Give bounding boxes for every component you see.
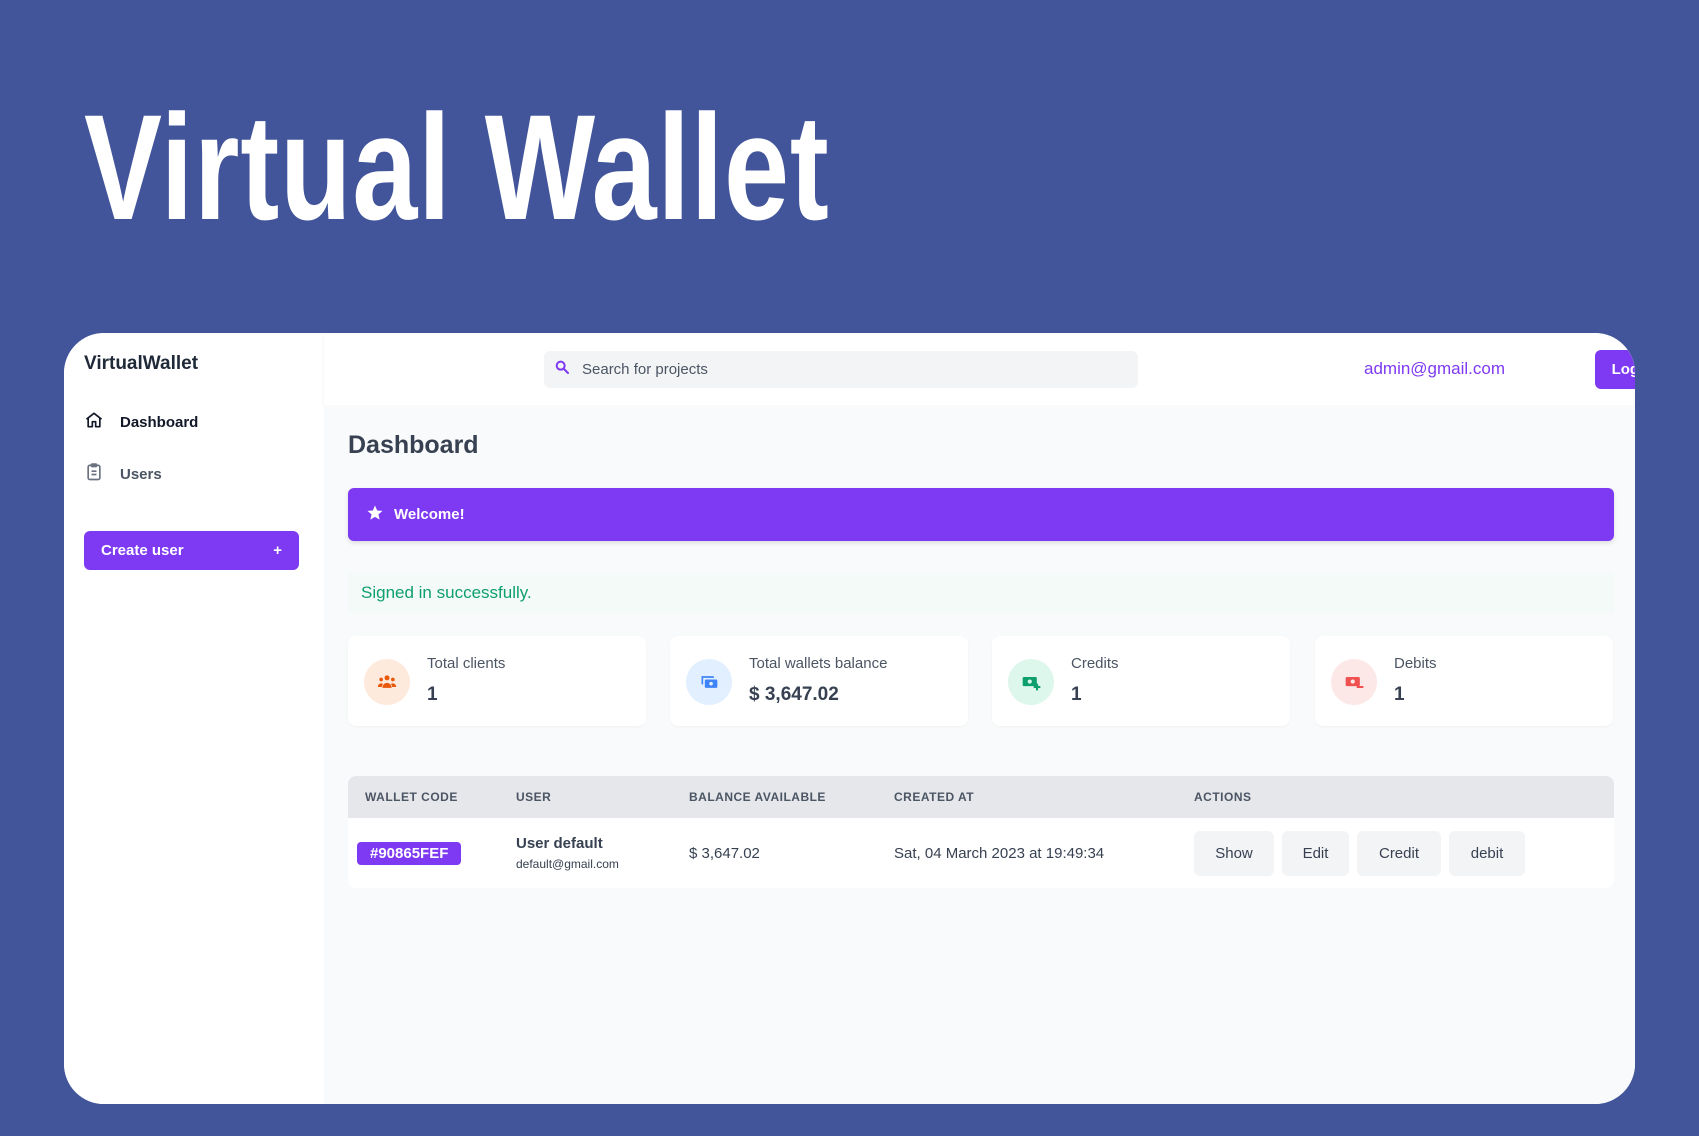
row-user-email: default@gmail.com [516,857,619,871]
stat-label: Credits [1071,655,1119,672]
welcome-banner: Welcome! [348,488,1614,541]
stat-card-total-clients: Total clients 1 [348,636,646,726]
create-user-label: Create user [101,542,184,559]
hero-title: Virtual Wallet [84,83,830,251]
wallets-table: WALLET CODE USER BALANCE AVAILABLE CREAT… [348,776,1614,888]
search-icon [554,359,582,380]
logout-button[interactable]: Logout [1595,350,1635,389]
page-title: Dashboard [348,431,479,459]
sidebar-item-users[interactable]: Users [84,462,162,486]
brand-logo[interactable]: VirtualWallet [84,353,198,375]
users-icon [364,659,410,705]
cash-minus-icon [1331,659,1377,705]
wallet-code-badge: #90865FEF [357,842,462,865]
stat-value: 1 [1394,684,1405,705]
stat-value: $ 3,647.02 [749,684,839,705]
main-content: Dashboard Welcome! Signed in successfull… [324,405,1635,1104]
home-icon [84,410,104,434]
stat-label: Total clients [427,655,506,672]
cash-plus-icon [1008,659,1054,705]
sidebar-item-dashboard[interactable]: Dashboard [84,410,198,434]
welcome-text: Welcome! [394,506,465,523]
stat-card-debits: Debits 1 [1315,636,1613,726]
stat-label: Debits [1394,655,1437,672]
clipboard-icon [84,462,104,486]
star-icon [366,504,394,526]
stat-card-total-wallets-balance: Total wallets balance $ 3,647.02 [670,636,968,726]
row-balance: $ 3,647.02 [689,845,760,862]
sidebar-item-label: Dashboard [120,413,199,431]
create-user-button[interactable]: Create user + [84,531,299,570]
search-input[interactable] [582,361,1138,378]
stat-card-credits: Credits 1 [992,636,1290,726]
stat-value: 1 [427,684,438,705]
app-window: VirtualWallet Dashboard Users Create use… [64,333,1635,1104]
sidebar-item-label: Users [120,465,162,483]
row-created-at: Sat, 04 March 2023 at 19:49:34 [894,845,1105,862]
stat-value: 1 [1071,684,1082,705]
column-header-wallet-code: WALLET CODE [365,790,458,804]
column-header-user: USER [516,790,552,804]
user-email-link[interactable]: admin@gmail.com [1364,359,1505,379]
credit-button[interactable]: Credit [1357,831,1441,876]
debit-button[interactable]: debit [1449,831,1525,876]
edit-button[interactable]: Edit [1282,831,1349,876]
plus-icon: + [273,542,282,559]
stats-cards: Total clients 1 Total wallets balance $ … [348,636,1614,726]
show-button[interactable]: Show [1194,831,1274,876]
column-header-actions: ACTIONS [1194,790,1252,804]
sidebar: VirtualWallet Dashboard Users Create use… [64,333,324,1104]
column-header-created-at: CREATED AT [894,790,975,804]
row-user-name: User default [516,835,603,852]
column-header-balance: BALANCE AVAILABLE [689,790,826,804]
stat-label: Total wallets balance [749,655,888,672]
table-header: WALLET CODE USER BALANCE AVAILABLE CREAT… [348,776,1614,818]
topbar: admin@gmail.com Logout [324,333,1635,405]
success-notice: Signed in successfully. [348,573,1614,613]
search-bar[interactable] [544,351,1138,388]
cash-icon [686,659,732,705]
